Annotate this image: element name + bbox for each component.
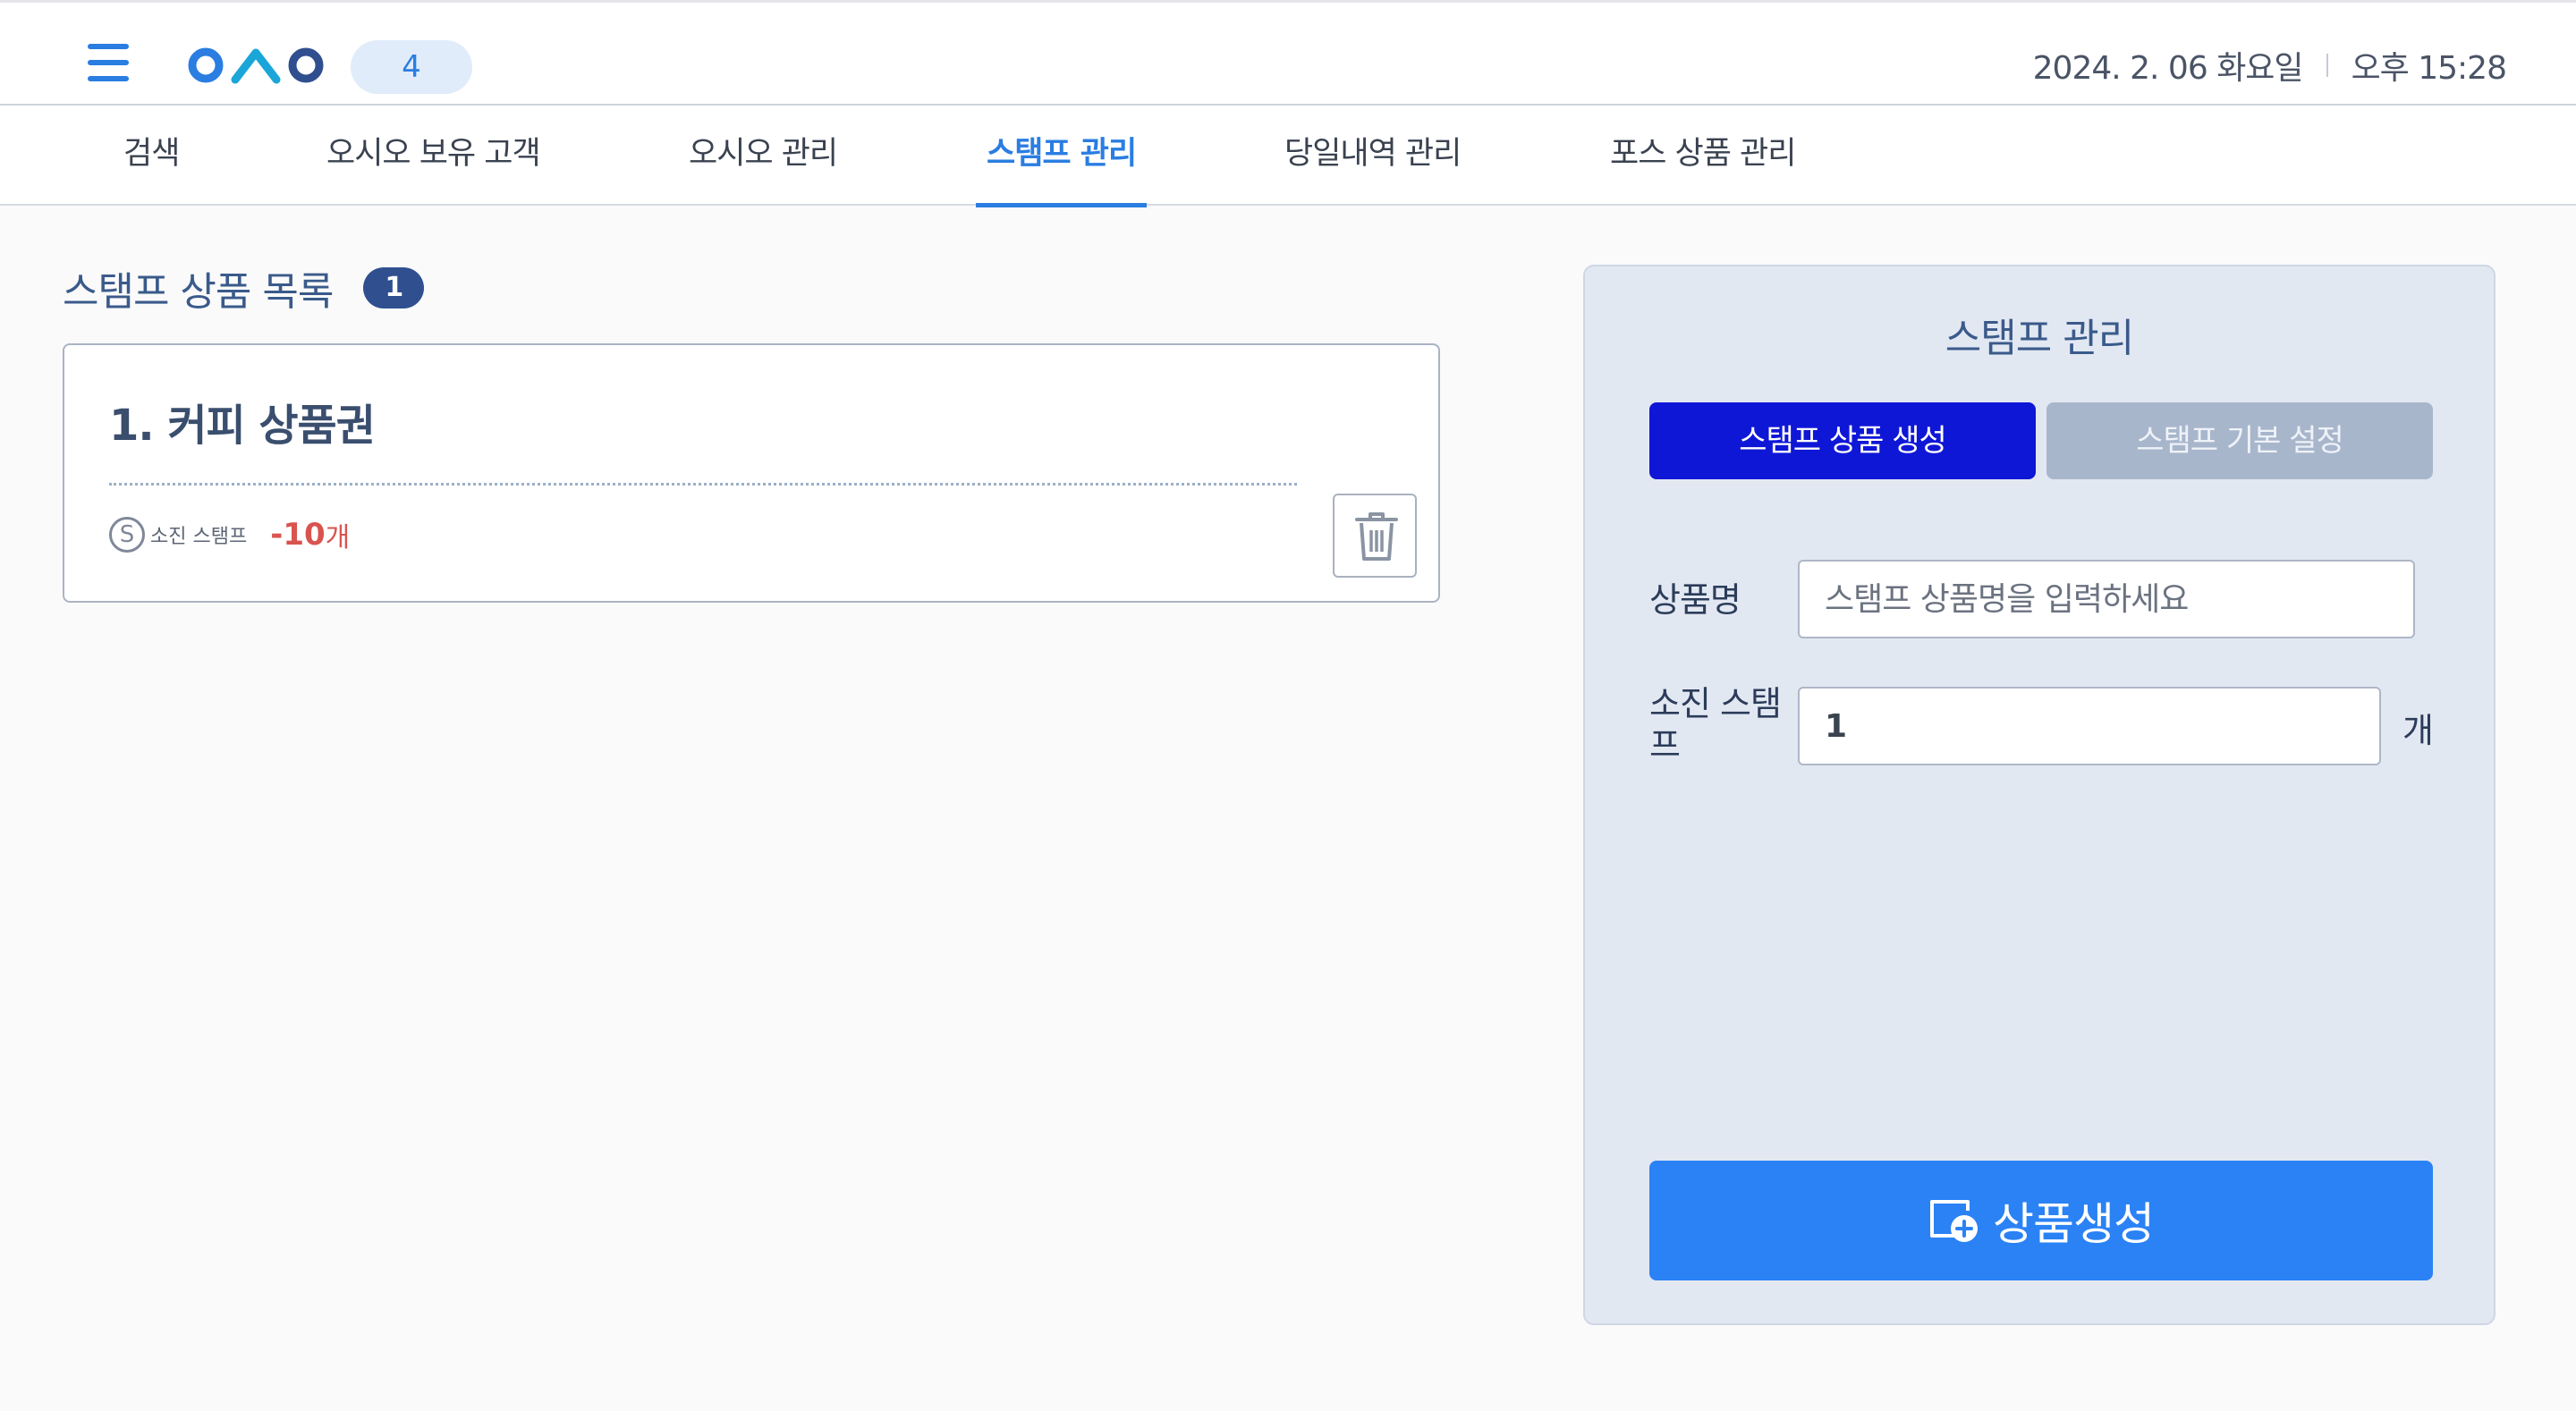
stamp-label: 소진 스탬프: [150, 526, 248, 548]
create-button-label: 상품생성: [1993, 1198, 2155, 1250]
datetime: 2024. 2. 06 화요일 오후 15:28: [2032, 42, 2507, 89]
consumed-stamp-label-line1: 소진 스탬: [1649, 684, 1782, 723]
product-title: 1. 커피 상품권: [109, 401, 376, 451]
stamp-management-panel: 스탬프 관리 스탬프 상품 생성 스탬프 기본 설정 상품명 소진 스탬 프 개…: [1583, 265, 2496, 1325]
stamp-unit-label: 개: [2402, 711, 2434, 750]
consumed-stamp-label-line2: 프: [1649, 725, 1681, 765]
list-count-badge: 1: [363, 267, 425, 308]
add-product-icon: [1930, 1200, 1978, 1242]
product-name-label: 상품명: [1649, 580, 1741, 620]
consumed-stamp-label: 소진 스탬 프: [1649, 683, 1782, 765]
time-text: 오후 15:28: [2351, 50, 2507, 87]
tab-daily-history[interactable]: 당일내역 관리: [1284, 106, 1462, 206]
notification-count-badge[interactable]: 4: [351, 40, 472, 94]
tab-osio-management[interactable]: 오시오 관리: [689, 106, 838, 206]
card-divider: [109, 483, 1297, 486]
tab-stamp-management[interactable]: 스탬프 관리: [975, 106, 1148, 207]
datetime-divider: [2326, 54, 2328, 77]
date-text: 2024. 2. 06 화요일: [2032, 50, 2304, 87]
create-stamp-product-tab[interactable]: 스탬프 상품 생성: [1649, 402, 2036, 479]
stamp-settings-tab[interactable]: 스탬프 기본 설정: [2046, 402, 2433, 479]
create-product-button[interactable]: 상품생성: [1649, 1161, 2433, 1280]
stamp-product-card[interactable]: 1. 커피 상품권 S 소진 스탬프 -10 개: [63, 343, 1440, 603]
stamp-value: -10: [270, 517, 326, 553]
stamp-unit: 개: [325, 522, 351, 553]
main-nav-tabs: 검색 오시오 보유 고객 오시오 관리 스탬프 관리 당일내역 관리 포스 상품…: [0, 106, 2576, 207]
stamp-info: S 소진 스탬프 -10 개: [109, 515, 350, 554]
stamp-product-list-header: 스탬프 상품 목록 1: [63, 259, 425, 317]
top-bar: 4 2024. 2. 06 화요일 오후 15:28: [0, 0, 2576, 106]
consumed-stamp-input[interactable]: [1798, 687, 2381, 765]
tab-search[interactable]: 검색: [123, 106, 180, 206]
oao-logo: [188, 47, 324, 84]
menu-icon[interactable]: [88, 44, 132, 81]
stamp-icon: S: [109, 517, 145, 553]
list-title: 스탬프 상품 목록: [63, 269, 334, 315]
panel-title: 스탬프 관리: [1945, 316, 2134, 361]
tab-pos-products[interactable]: 포스 상품 관리: [1610, 106, 1796, 206]
tab-customers[interactable]: 오시오 보유 고객: [326, 106, 541, 206]
delete-button[interactable]: [1333, 494, 1417, 578]
trash-icon: [1355, 512, 1398, 561]
product-name-input[interactable]: [1798, 560, 2415, 638]
